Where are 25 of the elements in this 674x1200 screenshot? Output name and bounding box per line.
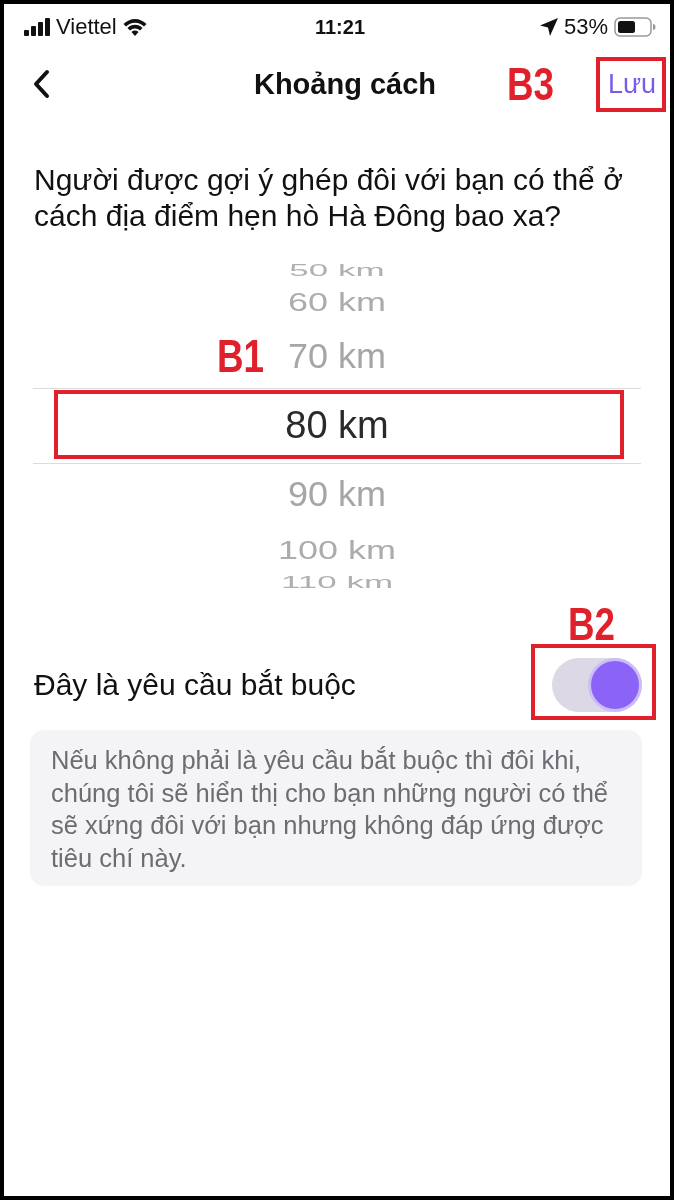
distance-option[interactable]: 80 km (285, 405, 389, 447)
distance-option[interactable]: 60 km (287, 287, 386, 317)
wifi-icon (122, 18, 147, 36)
annotation-label: B1 (216, 333, 264, 379)
question-text: Người được gợi ý ghép đôi với bạn có thể ở cách địa điểm hẹn hò Hà Đông bao xa? (34, 162, 624, 234)
annotation-label: B3 (506, 61, 554, 107)
save-button[interactable]: Lưu (601, 64, 662, 104)
info-note: Nếu không phải là yêu cầu bắt buộc thì đôi khi, chúng tôi sẽ hiển thị cho bạn những người có thể sẽ xứng đôi với bạn nhưng không đáp ứng được tiêu chí này. (30, 730, 642, 886)
battery-percent: 53% (563, 14, 608, 40)
annotation-label: B2 (567, 601, 615, 647)
distance-option[interactable]: 70 km (287, 338, 386, 376)
required-label: Đây là yêu cầu bắt buộc (34, 668, 356, 702)
required-toggle[interactable] (552, 658, 642, 712)
page-title: Khoảng cách (253, 67, 437, 101)
signal-icon (24, 18, 50, 36)
distance-option[interactable]: 110 km (280, 573, 394, 591)
distance-option[interactable]: 50 km (289, 261, 385, 279)
distance-option[interactable]: 90 km (287, 476, 386, 514)
distance-option[interactable]: 100 km (277, 535, 397, 565)
carrier-name: Viettel (56, 14, 117, 40)
battery-icon (614, 17, 656, 37)
status-time: 11:21 (314, 15, 366, 39)
annotation-frame (595, 56, 666, 112)
location-arrow-icon (539, 18, 558, 36)
back-icon (32, 69, 50, 99)
